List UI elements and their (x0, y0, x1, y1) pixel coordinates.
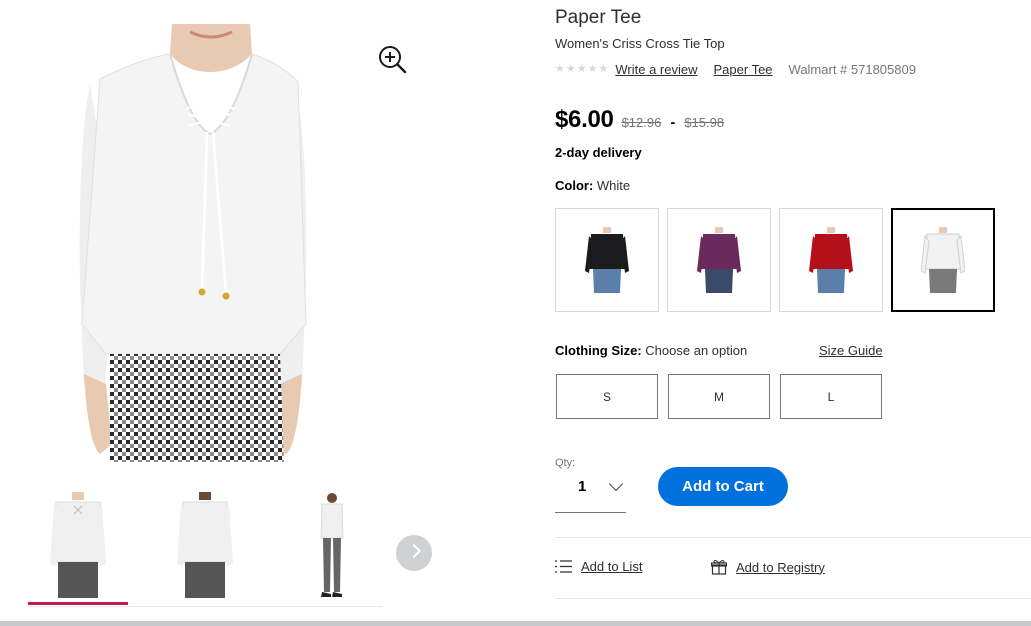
thumbnail-next-button[interactable] (396, 535, 432, 571)
size-label-row: Clothing Size: Choose an option (555, 343, 747, 358)
walmart-number: Walmart # 571805809 (788, 61, 916, 77)
add-to-list-button[interactable]: Add to List (555, 559, 642, 574)
product-subtitle: Women's Criss Cross Tie Top (555, 36, 725, 51)
color-label-row: Color: White (555, 178, 630, 193)
color-swatch-white[interactable] (891, 208, 995, 312)
divider (555, 598, 1031, 599)
star-icon: ★ (576, 62, 587, 75)
price-range-dash: - (670, 114, 676, 131)
star-rating[interactable]: ★ ★ ★ ★ ★ (555, 62, 609, 75)
quantity-select[interactable]: 1 (555, 471, 626, 513)
quantity-label: Qty: (555, 457, 576, 469)
page-bottom-scroll-edge (0, 621, 1031, 626)
star-icon: ★ (587, 62, 598, 75)
color-swatch-purple[interactable] (667, 208, 771, 312)
color-value: White (596, 178, 631, 193)
product-meta-row: ★ ★ ★ ★ ★ Write a review Paper Tee Walma… (555, 60, 916, 78)
size-value: Choose an option (645, 343, 748, 358)
add-to-list-label: Add to List (581, 559, 643, 574)
thumbnail-full-body[interactable] (282, 492, 382, 604)
divider (555, 537, 1031, 538)
zoom-in-icon[interactable] (376, 43, 408, 75)
gift-icon (711, 560, 727, 575)
product-title: Paper Tee (555, 7, 642, 28)
list-icon (555, 560, 572, 573)
size-label: Clothing Size: (555, 343, 642, 358)
color-swatch-red[interactable] (779, 208, 883, 312)
thumbnail-strip (28, 492, 382, 607)
size-option-l[interactable]: L (780, 374, 882, 419)
star-icon: ★ (598, 62, 609, 75)
chevron-down-icon (608, 476, 624, 492)
color-label: Color: (555, 178, 594, 193)
was-price-low: $12.96 (621, 115, 662, 130)
add-to-registry-button[interactable]: Add to Registry (711, 559, 825, 575)
delivery-info: 2-day delivery (555, 145, 642, 160)
current-price: $6.00 (555, 106, 614, 133)
star-icon: ★ (565, 62, 576, 75)
color-swatch-black[interactable] (555, 208, 659, 312)
thumbnail-back[interactable] (155, 492, 255, 604)
write-review-link[interactable]: Write a review (615, 62, 697, 77)
was-price-high: $15.98 (684, 115, 725, 130)
chevron-right-icon (406, 543, 422, 559)
add-to-cart-button[interactable]: Add to Cart (658, 467, 788, 506)
size-guide-link[interactable]: Size Guide (819, 343, 883, 358)
star-icon: ★ (555, 62, 565, 75)
size-option-s[interactable]: S (556, 374, 658, 419)
quantity-value: 1 (578, 478, 587, 495)
size-option-m[interactable]: M (668, 374, 770, 419)
thumbnail-front[interactable] (28, 492, 128, 605)
product-hero-image[interactable] (70, 24, 315, 462)
price-row: $6.00 $12.96 - $15.98 (555, 106, 724, 134)
brand-link[interactable]: Paper Tee (714, 62, 773, 77)
add-to-registry-label: Add to Registry (736, 559, 825, 575)
